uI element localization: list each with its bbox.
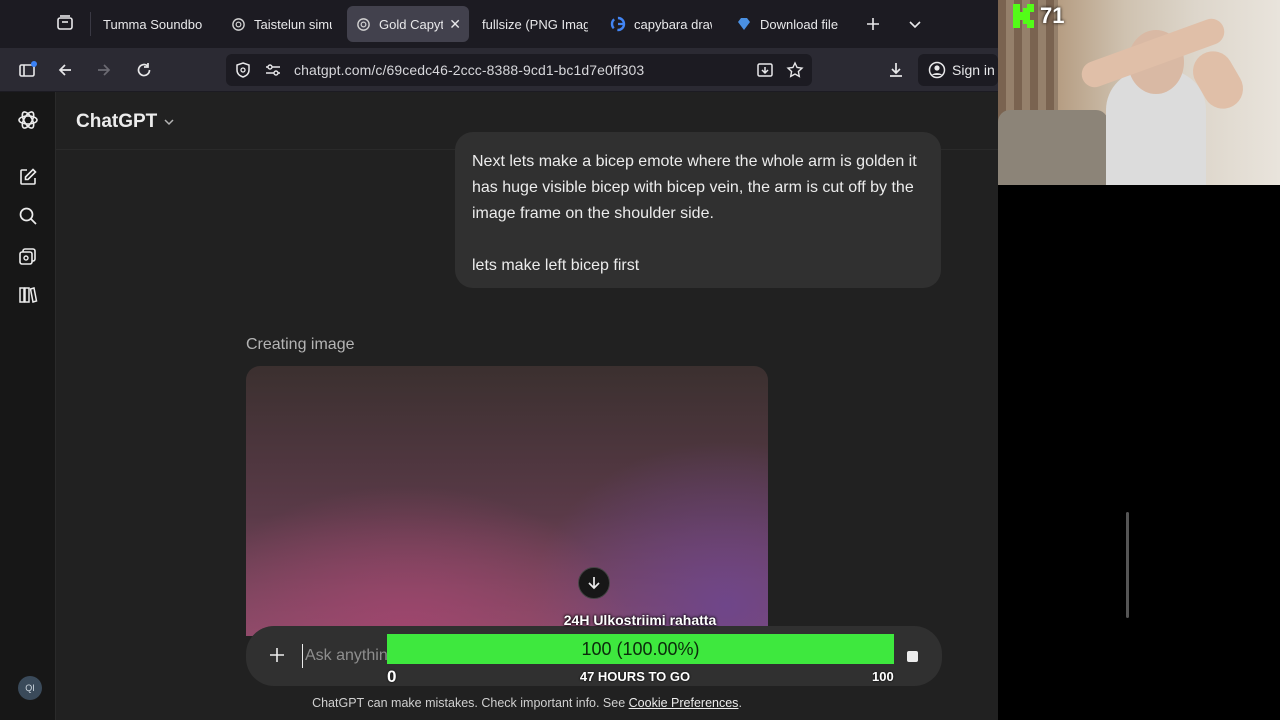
reload-icon[interactable] <box>131 57 157 83</box>
shield-icon[interactable] <box>234 61 252 79</box>
openai-logo-icon[interactable] <box>16 108 40 132</box>
goal-title: 24H Ulkostriimi rahatta <box>563 612 717 628</box>
user-message-text: lets make left bicep first <box>472 257 640 274</box>
tab-title: fullsize (PNG Imag <box>482 16 588 32</box>
tab-separator <box>90 12 91 36</box>
reader-view-icon[interactable] <box>756 61 774 79</box>
model-selector[interactable]: ChatGPT <box>76 111 175 133</box>
tab-title: capybara draw <box>634 16 712 32</box>
user-message-text: Next lets make a bicep emote where the w… <box>472 153 917 222</box>
chevron-down-icon[interactable] <box>904 12 926 36</box>
disclaimer-end: . <box>738 696 742 710</box>
tab-download-file[interactable]: Download file <box>728 6 848 42</box>
background-panel-right <box>998 185 1280 720</box>
viewer-counter: 71 <box>1012 3 1064 29</box>
goal-min-label: 0 <box>387 667 397 686</box>
goal-progress-bar: 100 (100.00%) <box>387 634 894 664</box>
tab-title: Tumma Soundbo <box>103 16 203 32</box>
site-permissions-icon[interactable] <box>264 61 282 79</box>
back-arrow-icon[interactable] <box>52 57 78 83</box>
chevron-down-icon <box>163 116 175 128</box>
sidebar-rail: QI <box>0 92 56 720</box>
tab-title: Download file <box>760 16 839 32</box>
tab-overview-icon[interactable] <box>52 10 78 36</box>
tab-capybara-drawing[interactable]: capybara draw <box>602 6 720 42</box>
stop-icon <box>906 650 918 662</box>
goal-max-label: 100 <box>872 669 894 684</box>
creating-image-status: Creating image <box>246 336 355 353</box>
tab-title: Taistelun simu <box>254 16 332 32</box>
tab-taistelun-simu[interactable]: Taistelun simu <box>222 6 340 42</box>
generated-image-placeholder <box>246 366 768 636</box>
tab-tumma-soundboard[interactable]: Tumma Soundbo <box>95 6 213 42</box>
sign-in-label: Sign in <box>952 62 995 78</box>
goal-progress-value: 100 (100.00%) <box>581 638 700 659</box>
gem-icon <box>736 16 752 32</box>
disclaimer-text: ChatGPT can make mistakes. Check importa… <box>312 696 629 710</box>
openai-icon <box>355 16 371 32</box>
goal-time-remaining: 47 HOURS TO GO <box>579 669 691 684</box>
scrollbar-thumb[interactable] <box>1126 512 1129 618</box>
search-icon[interactable] <box>16 204 40 228</box>
cookie-preferences-link[interactable]: Cookie Preferences <box>629 696 739 710</box>
stop-generating-button[interactable] <box>896 640 928 672</box>
url-text[interactable]: chatgpt.com/c/69cedc46-2ccc-8388-9cd1-bc… <box>294 62 644 78</box>
scroll-down-arrow-icon[interactable] <box>578 567 610 599</box>
library-books-icon[interactable] <box>16 283 40 307</box>
new-chat-icon[interactable] <box>16 165 40 189</box>
disclaimer: ChatGPT can make mistakes. Check importa… <box>56 696 998 710</box>
forward-arrow-icon[interactable] <box>91 57 117 83</box>
sign-in-button[interactable]: Sign in <box>918 54 998 86</box>
openai-icon <box>230 16 246 32</box>
bookmark-star-icon[interactable] <box>786 61 804 79</box>
browser-window: Tumma Soundbo Taistelun simu Gold Capyt … <box>0 0 998 720</box>
model-name-label: ChatGPT <box>76 111 158 132</box>
images-library-icon[interactable] <box>16 244 40 268</box>
tab-bar: Tumma Soundbo Taistelun simu Gold Capyt … <box>0 0 998 48</box>
add-attachment-icon[interactable] <box>266 644 288 666</box>
kick-logo-icon <box>1012 3 1036 29</box>
chatgpt-app: QI ChatGPT Next lets make a bicep emote … <box>0 92 998 720</box>
user-message-bubble: Next lets make a bicep emote where the w… <box>455 132 941 288</box>
viewer-count: 71 <box>1040 3 1065 28</box>
url-bar[interactable]: chatgpt.com/c/69cedc46-2ccc-8388-9cd1-bc… <box>226 54 812 86</box>
navigation-toolbar: chatgpt.com/c/69cedc46-2ccc-8388-9cd1-bc… <box>0 48 998 92</box>
account-icon <box>928 61 946 79</box>
tab-title: Gold Capyt <box>379 16 444 32</box>
downloads-icon[interactable] <box>883 57 909 83</box>
sidebar-toggle-icon[interactable] <box>14 57 40 83</box>
new-tab-icon[interactable] <box>862 12 884 36</box>
webcam-sofa <box>998 110 1108 185</box>
tab-fullsize-png[interactable]: fullsize (PNG Imag <box>474 6 596 42</box>
tab-gold-capybara[interactable]: Gold Capyt ✕ <box>347 6 469 42</box>
close-tab-icon[interactable]: ✕ <box>449 16 461 33</box>
avatar[interactable]: QI <box>18 676 42 700</box>
google-icon <box>610 16 626 32</box>
